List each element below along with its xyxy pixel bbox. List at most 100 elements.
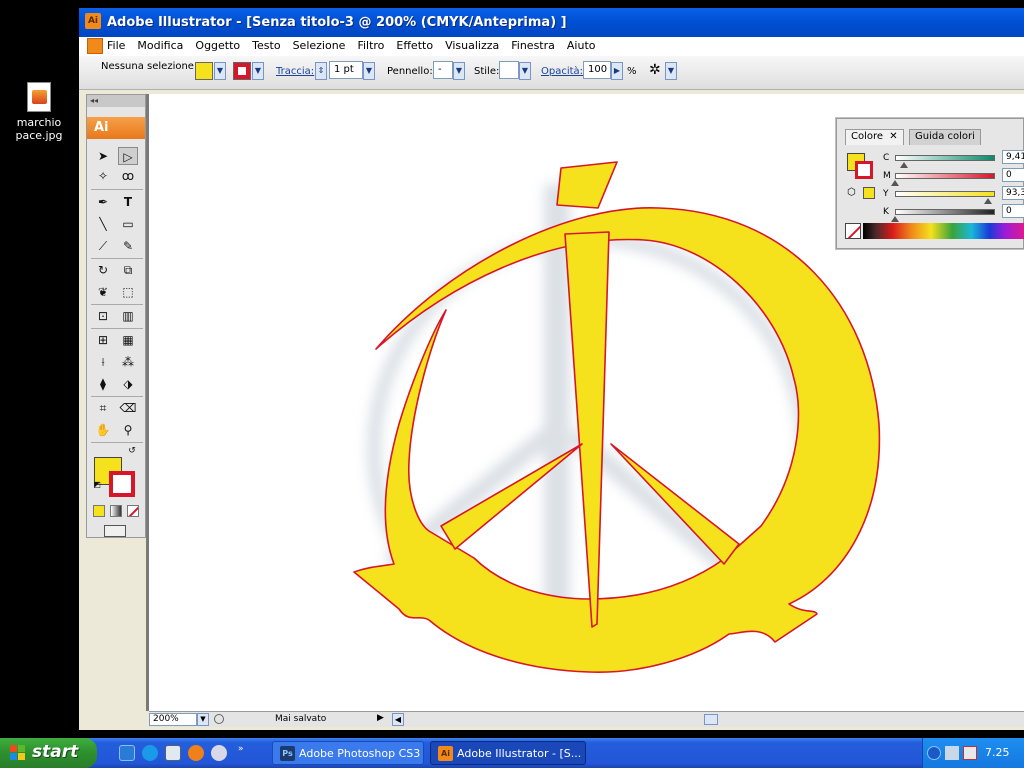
show-desktop-icon[interactable] bbox=[119, 745, 135, 761]
stroke-weight-stepper[interactable]: ⇕ bbox=[315, 62, 327, 80]
eraser-tool-icon[interactable]: ⌫ bbox=[118, 399, 138, 417]
start-button[interactable]: start bbox=[0, 738, 97, 768]
paintbrush-tool-icon[interactable]: ⟋ bbox=[93, 237, 113, 255]
default-colors-icon[interactable]: ◩ bbox=[91, 479, 103, 491]
close-tab-icon[interactable]: ✕ bbox=[889, 131, 897, 142]
hand-tool-icon[interactable]: ✋ bbox=[93, 421, 113, 439]
scale-tool-icon[interactable]: ⧉ bbox=[118, 261, 138, 279]
pencil-tool-icon[interactable]: ✎ bbox=[118, 237, 138, 255]
menu-testo[interactable]: Testo bbox=[252, 39, 280, 52]
line-tool-icon[interactable]: ╲ bbox=[93, 215, 113, 233]
swap-fill-stroke-icon[interactable]: ↺ bbox=[125, 445, 139, 457]
zoom-level-field[interactable]: 200% bbox=[149, 713, 197, 726]
gradient-mode-button[interactable] bbox=[110, 505, 122, 517]
media-player-icon[interactable] bbox=[211, 745, 227, 761]
scroll-left-button[interactable]: ◀ bbox=[392, 713, 404, 726]
none-color-button[interactable] bbox=[845, 223, 861, 239]
slider-track-k[interactable] bbox=[895, 209, 995, 215]
slider-track-c[interactable] bbox=[895, 155, 995, 161]
menu-finestra[interactable]: Finestra bbox=[511, 39, 555, 52]
stroke-color-box[interactable] bbox=[109, 471, 135, 497]
stroke-link[interactable]: Traccia: bbox=[276, 66, 314, 77]
gamut-color-swatch[interactable] bbox=[863, 187, 875, 199]
recolor-icon[interactable]: ✲ bbox=[649, 62, 661, 78]
security-alert-icon[interactable] bbox=[963, 746, 977, 760]
panel-stroke-swatch[interactable] bbox=[855, 161, 873, 179]
menu-modifica[interactable]: Modifica bbox=[137, 39, 183, 52]
brush-field[interactable]: - bbox=[433, 61, 453, 79]
menu-aiuto[interactable]: Aiuto bbox=[567, 39, 596, 52]
color-mode-button[interactable] bbox=[93, 505, 105, 517]
menu-filtro[interactable]: Filtro bbox=[357, 39, 384, 52]
clock[interactable]: 7.25 bbox=[985, 746, 1010, 759]
style-field[interactable] bbox=[499, 61, 519, 79]
firefox-icon[interactable] bbox=[188, 745, 204, 761]
opacity-arrow[interactable]: ▶ bbox=[611, 62, 623, 80]
slider-thumb-c[interactable] bbox=[900, 162, 908, 168]
horizontal-scroll-thumb[interactable] bbox=[704, 714, 718, 725]
menu-oggetto[interactable]: Oggetto bbox=[195, 39, 240, 52]
eyedropper-tool-icon[interactable]: ⟊ bbox=[93, 353, 113, 371]
menu-file[interactable]: File bbox=[107, 39, 125, 52]
fill-color-swatch[interactable] bbox=[195, 62, 213, 80]
internet-explorer-icon[interactable] bbox=[142, 745, 158, 761]
tab-guida-colori[interactable]: Guida colori bbox=[909, 129, 981, 145]
slider-thumb-k[interactable] bbox=[891, 216, 899, 222]
zoom-dropdown-button[interactable]: ▼ bbox=[197, 713, 209, 726]
slider-track-m[interactable] bbox=[895, 173, 995, 179]
gradient-tool-icon[interactable]: ▦ bbox=[118, 331, 138, 349]
selection-tool-icon[interactable]: ➤ bbox=[93, 147, 113, 165]
rotate-tool-icon[interactable]: ↻ bbox=[93, 261, 113, 279]
tray-expand-icon[interactable] bbox=[927, 746, 941, 760]
rectangle-tool-icon[interactable]: ▭ bbox=[118, 215, 138, 233]
slider-thumb-m[interactable] bbox=[891, 180, 899, 186]
status-menu-arrow-icon[interactable]: ▶ bbox=[377, 713, 384, 723]
stroke-weight-dropdown[interactable]: ▼ bbox=[363, 62, 375, 80]
mesh-tool-icon[interactable]: ⊞ bbox=[93, 331, 113, 349]
channel-value-y[interactable]: 93,3 bbox=[1002, 186, 1024, 200]
type-tool-icon[interactable]: T bbox=[118, 193, 138, 211]
live-paint-selection-tool-icon[interactable]: ⬗ bbox=[118, 375, 138, 393]
desktop-file-icon[interactable]: marchio pace.jpg bbox=[10, 82, 68, 142]
menu-effetto[interactable]: Effetto bbox=[396, 39, 433, 52]
graph-tool-icon[interactable]: ▥ bbox=[118, 307, 138, 325]
menu-visualizza[interactable]: Visualizza bbox=[445, 39, 499, 52]
document-menu-icon[interactable] bbox=[87, 38, 103, 54]
stroke-dropdown-button[interactable]: ▼ bbox=[252, 62, 264, 80]
blend-tool-icon[interactable]: ⁂ bbox=[118, 353, 138, 371]
warp-tool-icon[interactable]: ❦ bbox=[93, 283, 113, 301]
free-transform-tool-icon[interactable]: ⬚ bbox=[118, 283, 138, 301]
menu-selezione[interactable]: Selezione bbox=[293, 39, 346, 52]
direct-selection-tool-icon[interactable]: ▷ bbox=[118, 147, 138, 165]
channel-value-k[interactable]: 0 bbox=[1002, 204, 1024, 218]
channel-value-m[interactable]: 0 bbox=[1002, 168, 1024, 182]
none-mode-button[interactable] bbox=[127, 505, 139, 517]
screen-mode-button[interactable] bbox=[104, 525, 126, 537]
task-photoshop[interactable]: Ps Adobe Photoshop CS3 bbox=[272, 741, 424, 765]
crop-area-tool-icon[interactable]: ⌗ bbox=[93, 399, 113, 417]
color-spectrum-bar[interactable] bbox=[863, 223, 1024, 239]
style-dropdown[interactable]: ▼ bbox=[519, 62, 531, 80]
lasso-tool-icon[interactable]: ꝏ bbox=[118, 167, 138, 185]
stroke-weight-field[interactable]: 1 pt bbox=[329, 61, 363, 79]
network-icon[interactable] bbox=[945, 746, 959, 760]
title-bar[interactable]: Ai Adobe Illustrator - [Senza titolo-3 @… bbox=[79, 8, 1024, 37]
slider-track-y[interactable] bbox=[895, 191, 995, 197]
quick-launch-expand-icon[interactable]: » bbox=[238, 744, 244, 754]
xmedia-icon[interactable] bbox=[165, 745, 181, 761]
opacity-link[interactable]: Opacità: bbox=[541, 66, 583, 77]
task-illustrator[interactable]: Ai Adobe Illustrator - [S... bbox=[430, 741, 586, 765]
channel-value-c[interactable]: 9,41 bbox=[1002, 150, 1024, 164]
navigator-icon[interactable] bbox=[214, 714, 224, 724]
out-of-gamut-cube-icon[interactable]: ⬡ bbox=[847, 187, 856, 198]
stroke-color-swatch[interactable] bbox=[233, 62, 251, 80]
tab-colore[interactable]: Colore ✕ bbox=[845, 129, 904, 145]
zoom-tool-icon[interactable]: ⚲ bbox=[118, 421, 138, 439]
opacity-field[interactable]: 100 bbox=[583, 61, 611, 79]
live-paint-bucket-tool-icon[interactable]: ⧫ bbox=[93, 375, 113, 393]
pen-tool-icon[interactable]: ✒ bbox=[93, 193, 113, 211]
tools-collapse-button[interactable]: ◂◂ bbox=[87, 95, 145, 107]
control-panel-menu[interactable]: ▼ bbox=[665, 62, 677, 80]
symbol-sprayer-tool-icon[interactable]: ⊡ bbox=[93, 307, 113, 325]
slider-thumb-y[interactable] bbox=[984, 198, 992, 204]
